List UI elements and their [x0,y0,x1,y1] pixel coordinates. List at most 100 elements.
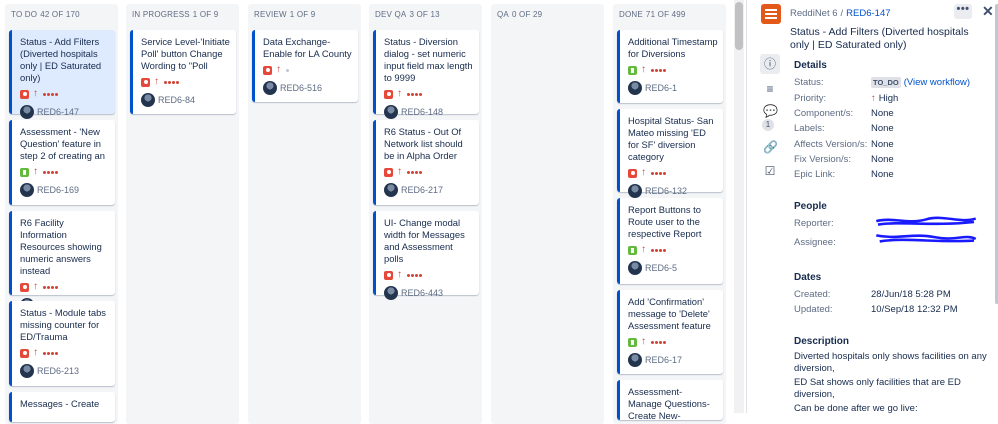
column-header[interactable]: DONE 71 of 499 [613,4,726,26]
priority-high-icon: ↑ [33,166,38,177]
column-header[interactable]: DEV QA 3 of 13 [369,4,482,26]
description-line: ED Sat shows only facilities that are ED… [794,377,961,400]
card-summary: Assessment - 'New Question' feature in s… [20,126,105,161]
card-meta: ↑ [384,270,474,280]
description-body: Diverted hospitals only shows facilities… [794,351,990,417]
view-workflow-link[interactable]: (View workflow) [904,77,970,88]
column-title: REVIEW [254,10,287,19]
redacted-reporter [875,216,977,226]
project-name[interactable]: ReddiNet 6 [790,8,838,19]
column-title: QA [497,10,509,19]
estimate-dots-icon [651,340,666,344]
card-meta: ↑ [628,337,718,347]
issue-card[interactable]: Assessment - 'New Question' feature in s… [9,120,115,205]
issue-card[interactable]: Service Level-'Initiate Poll' button Cha… [130,30,236,114]
issue-title: Status - Add Filters (Diverted hospitals… [790,26,969,51]
card-meta: ↑ [384,167,474,177]
close-icon[interactable]: ✕ [982,3,994,20]
field-value: ↑ High [871,93,898,105]
card-meta: ↑ [20,282,110,292]
field-label: Fix Version/s: [794,154,852,165]
column-header[interactable]: TO DO 42 of 170 [5,4,118,26]
issue-key[interactable]: RED6-5 [645,263,677,273]
issue-key[interactable]: RED6-1 [645,83,677,93]
column-header[interactable]: REVIEW 1 of 9 [248,4,361,26]
description-icon[interactable]: ≡ [763,82,777,96]
created-value: 28/Jun/18 5:28 PM [871,289,951,300]
estimate-dots-icon [43,170,58,174]
comment-icon[interactable]: 💬 [763,104,778,118]
issue-key[interactable]: RED6-147 [37,107,79,117]
issue-card[interactable]: Status - Module tabs missing counter for… [9,301,115,386]
priority-high-icon: ↑ [154,76,159,87]
scrollbar-thumb[interactable] [735,2,743,50]
assignee-avatar [384,105,398,119]
bug-type-icon [263,65,272,75]
card-summary: Hospital Status- San Mateo missing 'ED f… [628,115,714,162]
card-summary: Report Buttons to Route user to the resp… [628,204,702,239]
info-icon[interactable]: ⓘ [760,54,780,74]
card-meta: ↑ [263,65,353,75]
card-meta: ↑ [20,348,110,358]
issue-card[interactable]: Hospital Status- San Mateo missing 'ED f… [617,109,723,198]
assignee-avatar [628,184,642,198]
more-actions-button[interactable]: ••• [954,4,972,19]
story-type-icon [628,245,637,255]
card-summary: Assessment- Manage Questions- Create New… [628,386,710,421]
issue-card[interactable]: UI- Change modal width for Messages and … [373,211,479,300]
issue-card[interactable]: R6 Status - Out Of Network list should b… [373,120,479,205]
issue-key[interactable]: RED6-217 [401,185,443,195]
column-header[interactable]: IN PROGRESS 1 of 9 [126,4,239,26]
issue-card[interactable]: Report Buttons to Route user to the resp… [617,198,723,284]
card-summary: Service Level-'Initiate Poll' button Cha… [141,36,230,71]
card-summary: R6 Status - Out Of Network list should b… [384,126,463,161]
assignee-label: Assignee: [794,237,836,248]
attachment-icon[interactable]: 🔗 [763,140,778,154]
issue-key[interactable]: RED6-148 [401,107,443,117]
issue-key-link[interactable]: RED6-147 [846,8,890,19]
assignee-avatar [628,353,642,367]
issue-key[interactable]: RED6-132 [645,186,687,196]
issue-card[interactable]: Status - Add Filters (Diverted hospitals… [9,30,115,119]
field-label: Labels: [794,123,825,134]
updated-label: Updated: [794,304,833,315]
priority-high-icon: ↑ [397,88,402,99]
project-avatar-icon[interactable] [761,4,781,24]
assignee-avatar [263,81,277,95]
issue-key[interactable]: RED6-516 [280,83,322,93]
column-dev-qa: DEV QA 3 of 13 Status - Diversion dialog -… [369,4,482,424]
status-lozenge[interactable]: TO_DO [871,77,901,88]
card-footer: RED6-84 [141,93,231,107]
assignee-avatar [141,93,155,107]
issue-card[interactable]: Assessment- Manage Questions- Create New… [617,380,723,421]
board-scrollbar[interactable] [734,0,744,413]
column-title: TO DO [11,10,38,19]
issue-card[interactable]: Messages - Create [9,392,115,422]
card-footer: RED6-516 [263,81,353,95]
issue-key[interactable]: RED6-443 [401,288,443,298]
subtask-icon[interactable]: ☑ [763,164,777,178]
column-done: DONE 71 of 499 Additional Timestamp for Di… [613,4,726,424]
issue-key[interactable]: RED6-84 [158,95,195,105]
issue-key[interactable]: RED6-169 [37,185,79,195]
issue-card[interactable]: Data Exchange- Enable for LA County ↑ RED6… [252,30,358,102]
field-value: None [871,139,894,150]
column-header[interactable]: QA 0 of 29 [491,4,604,26]
kanban-board: TO DO 42 of 170 Status - Add Filters (Dive… [0,0,740,424]
detail-side-rail: ⓘ ≡ 💬 1 🔗 ☑ [747,0,789,413]
issue-key[interactable]: RED6-17 [645,355,682,365]
column-in-progress: IN PROGRESS 1 of 9 Service Level-'Initiate… [126,4,239,424]
issue-card[interactable]: Additional Timestamp for Diversions ↑ RED6… [617,30,723,103]
bug-type-icon [20,89,29,99]
issue-card[interactable]: Add 'Confirmation' message to 'Delete' A… [617,290,723,374]
estimate-dots-icon [164,80,179,84]
card-summary: Status - Diversion dialog - set numeric … [384,36,473,83]
issue-card[interactable]: Status - Diversion dialog - set numeric … [373,30,479,119]
bug-type-icon [628,168,637,178]
card-footer: RED6-5 [628,261,718,275]
card-meta: ↑ [628,168,718,178]
issue-key[interactable]: RED6-213 [37,366,79,376]
priority-high-icon: ↑ [397,269,402,280]
issue-card[interactable]: R6 Facility Information Resources showin… [9,211,115,312]
estimate-dots-icon [43,351,58,355]
